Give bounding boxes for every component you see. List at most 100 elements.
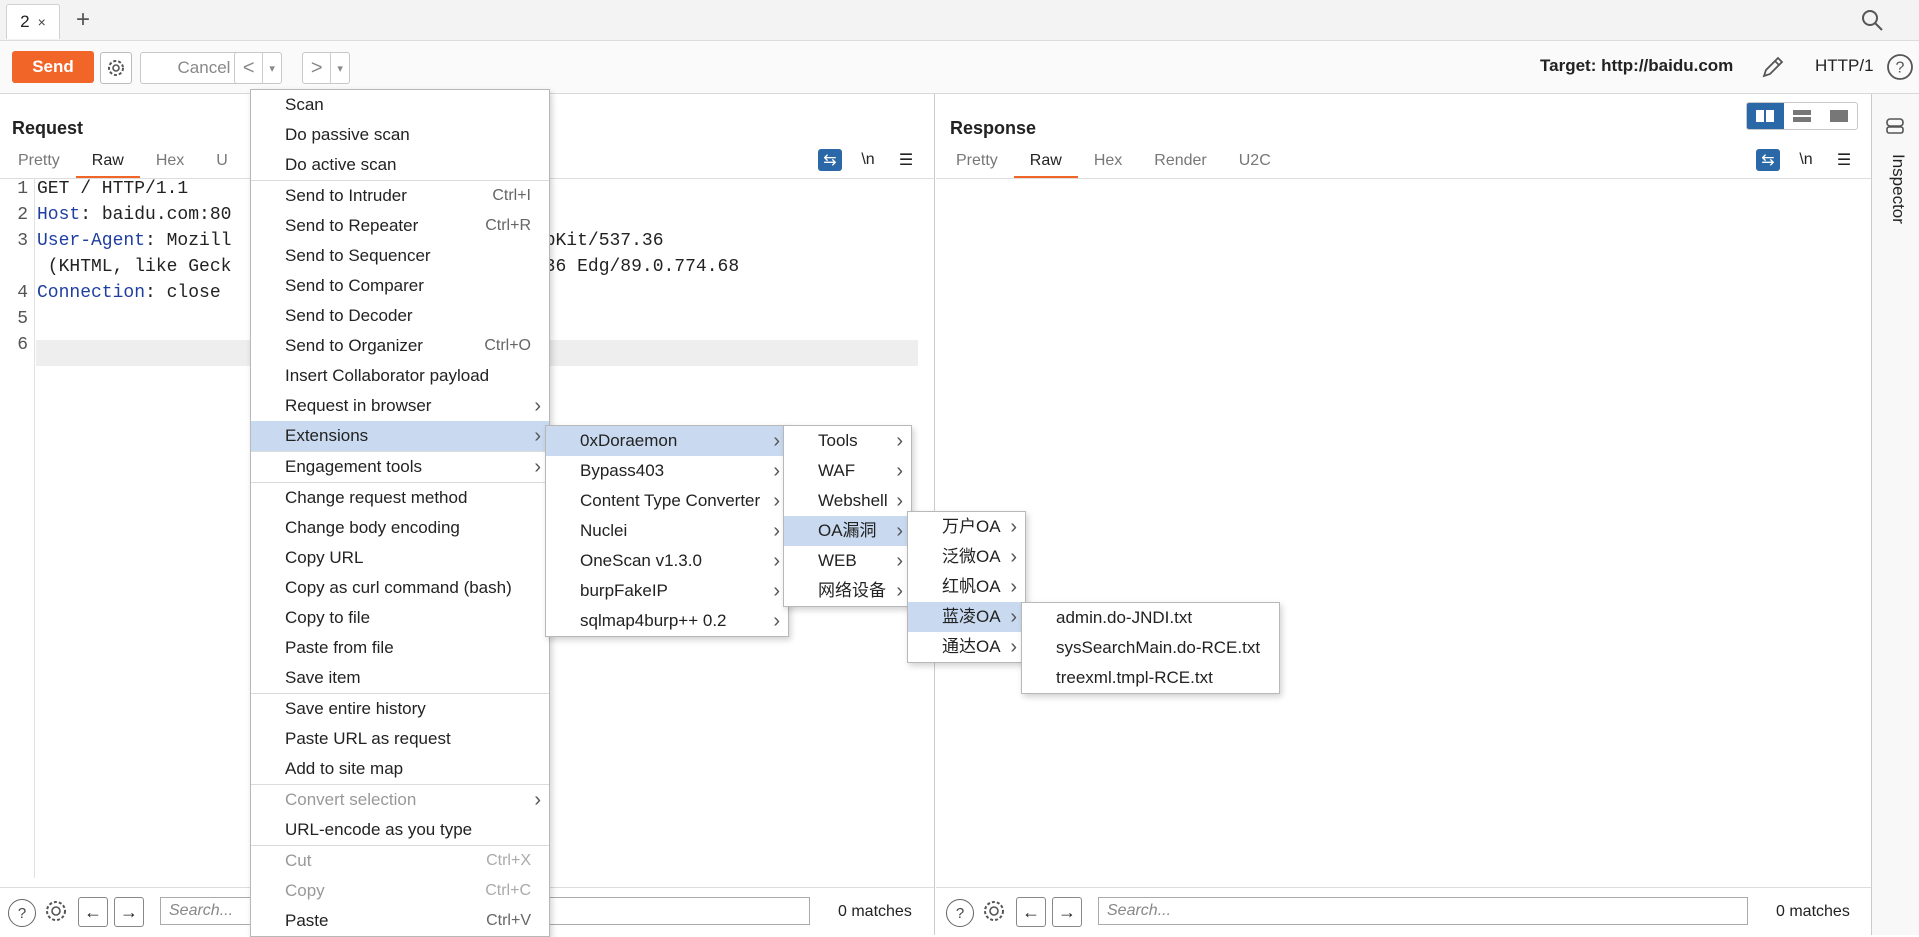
request-matches: 0 matches xyxy=(838,903,912,920)
back-dropdown-icon[interactable]: ▾ xyxy=(262,53,281,83)
layout-side-by-side-icon[interactable] xyxy=(1747,103,1784,129)
doraemon-item-tools[interactable]: Tools xyxy=(784,426,911,456)
menu-item-cut[interactable]: Cut Ctrl+X xyxy=(251,846,549,876)
tab-close-icon[interactable]: × xyxy=(38,14,46,30)
menu-item-do-passive-scan[interactable]: Do passive scan xyxy=(251,120,549,150)
menu-item-add-to-site-map[interactable]: Add to site map xyxy=(251,754,549,784)
tab-u[interactable]: U xyxy=(200,152,244,179)
oa-item-hongfan[interactable]: 红帆OA xyxy=(908,572,1025,602)
ext-item-onescan[interactable]: OneScan v1.3.0 xyxy=(546,546,788,576)
menu-item-paste[interactable]: Paste Ctrl+V xyxy=(251,906,549,936)
response-search-input[interactable]: Search... xyxy=(1098,897,1748,925)
back-button[interactable]: < ▾ xyxy=(234,52,282,84)
doraemon-item-oa-vuln[interactable]: OA漏洞 xyxy=(784,516,911,546)
ext-item-bypass403[interactable]: Bypass403 xyxy=(546,456,788,486)
menu-item-copy-url[interactable]: Copy URL xyxy=(251,543,549,573)
ext-item-sqlmap4burp[interactable]: sqlmap4burp++ 0.2 xyxy=(546,606,788,636)
arrow-right-icon[interactable]: → xyxy=(114,897,144,927)
tab-raw[interactable]: Raw xyxy=(75,152,140,179)
settings-button[interactable] xyxy=(100,52,132,84)
inspector-sidebar[interactable]: Inspector xyxy=(1872,94,1919,935)
tab-u2c[interactable]: U2C xyxy=(1223,152,1287,179)
doraemon-item-webshell[interactable]: Webshell xyxy=(784,486,911,516)
gear-icon[interactable] xyxy=(42,897,70,925)
landray-item-syssearchmain-rce[interactable]: sysSearchMain.do-RCE.txt xyxy=(1022,633,1279,663)
gear-icon[interactable] xyxy=(980,897,1008,925)
landray-item-treexml-rce[interactable]: treexml.tmpl-RCE.txt xyxy=(1022,663,1279,693)
menu-item-insert-collaborator-payload[interactable]: Insert Collaborator payload xyxy=(251,361,549,391)
ext-item-0xdoraemon[interactable]: 0xDoraemon xyxy=(546,426,788,456)
menu-label: Request in browser xyxy=(285,396,432,415)
response-view-tabs: Pretty Raw Hex Render U2C xyxy=(940,152,1287,179)
doraemon-item-network-devices[interactable]: 网络设备 xyxy=(784,576,911,606)
landray-item-admin-jndi[interactable]: admin.do-JNDI.txt xyxy=(1022,603,1279,633)
menu-label: Send to Comparer xyxy=(285,276,424,295)
wrap-icon[interactable]: ⇆ xyxy=(818,149,842,171)
arrow-right-icon[interactable]: → xyxy=(1052,897,1082,927)
http-version-toggle[interactable]: HTTP/1 xyxy=(1815,56,1874,76)
wrap-icon[interactable]: ⇆ xyxy=(1756,149,1780,171)
menu-item-copy-as-curl[interactable]: Copy as curl command (bash) xyxy=(251,573,549,603)
tab-raw[interactable]: Raw xyxy=(1013,152,1078,179)
help-icon[interactable]: ? xyxy=(1886,53,1914,81)
newline-toggle[interactable]: \n xyxy=(1794,149,1818,171)
menu-item-engagement-tools[interactable]: Engagement tools xyxy=(251,452,549,482)
menu-icon[interactable]: ☰ xyxy=(894,149,918,171)
menu-item-send-to-repeater[interactable]: Send to Repeater Ctrl+R xyxy=(251,211,549,241)
tab-render[interactable]: Render xyxy=(1138,152,1222,179)
newline-toggle[interactable]: \n xyxy=(856,149,880,171)
oa-item-tongda[interactable]: 通达OA xyxy=(908,632,1025,662)
ext-item-nuclei[interactable]: Nuclei xyxy=(546,516,788,546)
tab-hex[interactable]: Hex xyxy=(140,152,200,179)
ext-item-content-type-converter[interactable]: Content Type Converter xyxy=(546,486,788,516)
menu-item-save-item[interactable]: Save item xyxy=(251,663,549,693)
request-title: Request xyxy=(12,118,84,138)
menu-item-convert-selection[interactable]: Convert selection xyxy=(251,785,549,815)
menu-item-request-in-browser[interactable]: Request in browser xyxy=(251,391,549,421)
forward-button[interactable]: > ▾ xyxy=(302,52,350,84)
menu-item-extensions[interactable]: Extensions xyxy=(251,421,549,451)
menu-item-do-active-scan[interactable]: Do active scan xyxy=(251,150,549,180)
menu-item-send-to-comparer[interactable]: Send to Comparer xyxy=(251,271,549,301)
arrow-left-icon[interactable]: ← xyxy=(1016,897,1046,927)
tab-2[interactable]: 2 × xyxy=(6,4,60,39)
oa-item-landray[interactable]: 蓝凌OA xyxy=(908,602,1025,632)
menu-item-copy[interactable]: Copy Ctrl+C xyxy=(251,876,549,906)
oa-item-fanwei[interactable]: 泛微OA xyxy=(908,542,1025,572)
menu-item-send-to-intruder[interactable]: Send to Intruder Ctrl+I xyxy=(251,181,549,211)
menu-icon[interactable]: ☰ xyxy=(1832,149,1856,171)
oa-item-wanhu[interactable]: 万户OA xyxy=(908,512,1025,542)
ext-item-burpfakeip[interactable]: burpFakeIP xyxy=(546,576,788,606)
new-tab-button[interactable]: + xyxy=(76,6,90,34)
menu-item-copy-to-file[interactable]: Copy to file xyxy=(251,603,549,633)
send-button[interactable]: Send xyxy=(12,51,94,83)
search-icon[interactable] xyxy=(1860,8,1886,34)
menu-item-change-request-method[interactable]: Change request method xyxy=(251,483,549,513)
help-icon[interactable]: ? xyxy=(8,899,36,927)
tab-hex[interactable]: Hex xyxy=(1078,152,1138,179)
inspector-label: Inspector xyxy=(1889,154,1908,224)
menu-label: Do passive scan xyxy=(285,125,410,144)
pencil-icon[interactable] xyxy=(1760,54,1786,80)
menu-label: URL-encode as you type xyxy=(285,820,473,839)
menu-item-save-entire-history[interactable]: Save entire history xyxy=(251,694,549,724)
arrow-left-icon[interactable]: ← xyxy=(78,897,108,927)
menu-item-scan[interactable]: Scan xyxy=(251,90,549,120)
doraemon-item-web[interactable]: WEB xyxy=(784,546,911,576)
help-icon[interactable]: ? xyxy=(946,899,974,927)
menu-item-paste-from-file[interactable]: Paste from file xyxy=(251,633,549,663)
forward-dropdown-icon[interactable]: ▾ xyxy=(330,53,349,83)
layout-stacked-icon[interactable] xyxy=(1784,103,1821,129)
tab-pretty[interactable]: Pretty xyxy=(2,152,76,179)
doraemon-item-waf[interactable]: WAF xyxy=(784,456,911,486)
menu-item-url-encode-as-you-type[interactable]: URL-encode as you type xyxy=(251,815,549,845)
menu-item-send-to-decoder[interactable]: Send to Decoder xyxy=(251,301,549,331)
divider xyxy=(936,178,1871,179)
menu-item-send-to-organizer[interactable]: Send to Organizer Ctrl+O xyxy=(251,331,549,361)
menu-item-send-to-sequencer[interactable]: Send to Sequencer xyxy=(251,241,549,271)
tab-pretty[interactable]: Pretty xyxy=(940,152,1014,179)
forward-arrow-icon: > xyxy=(310,56,323,79)
menu-item-change-body-encoding[interactable]: Change body encoding xyxy=(251,513,549,543)
layout-tabs-icon[interactable] xyxy=(1820,103,1857,129)
menu-item-paste-url-as-request[interactable]: Paste URL as request xyxy=(251,724,549,754)
